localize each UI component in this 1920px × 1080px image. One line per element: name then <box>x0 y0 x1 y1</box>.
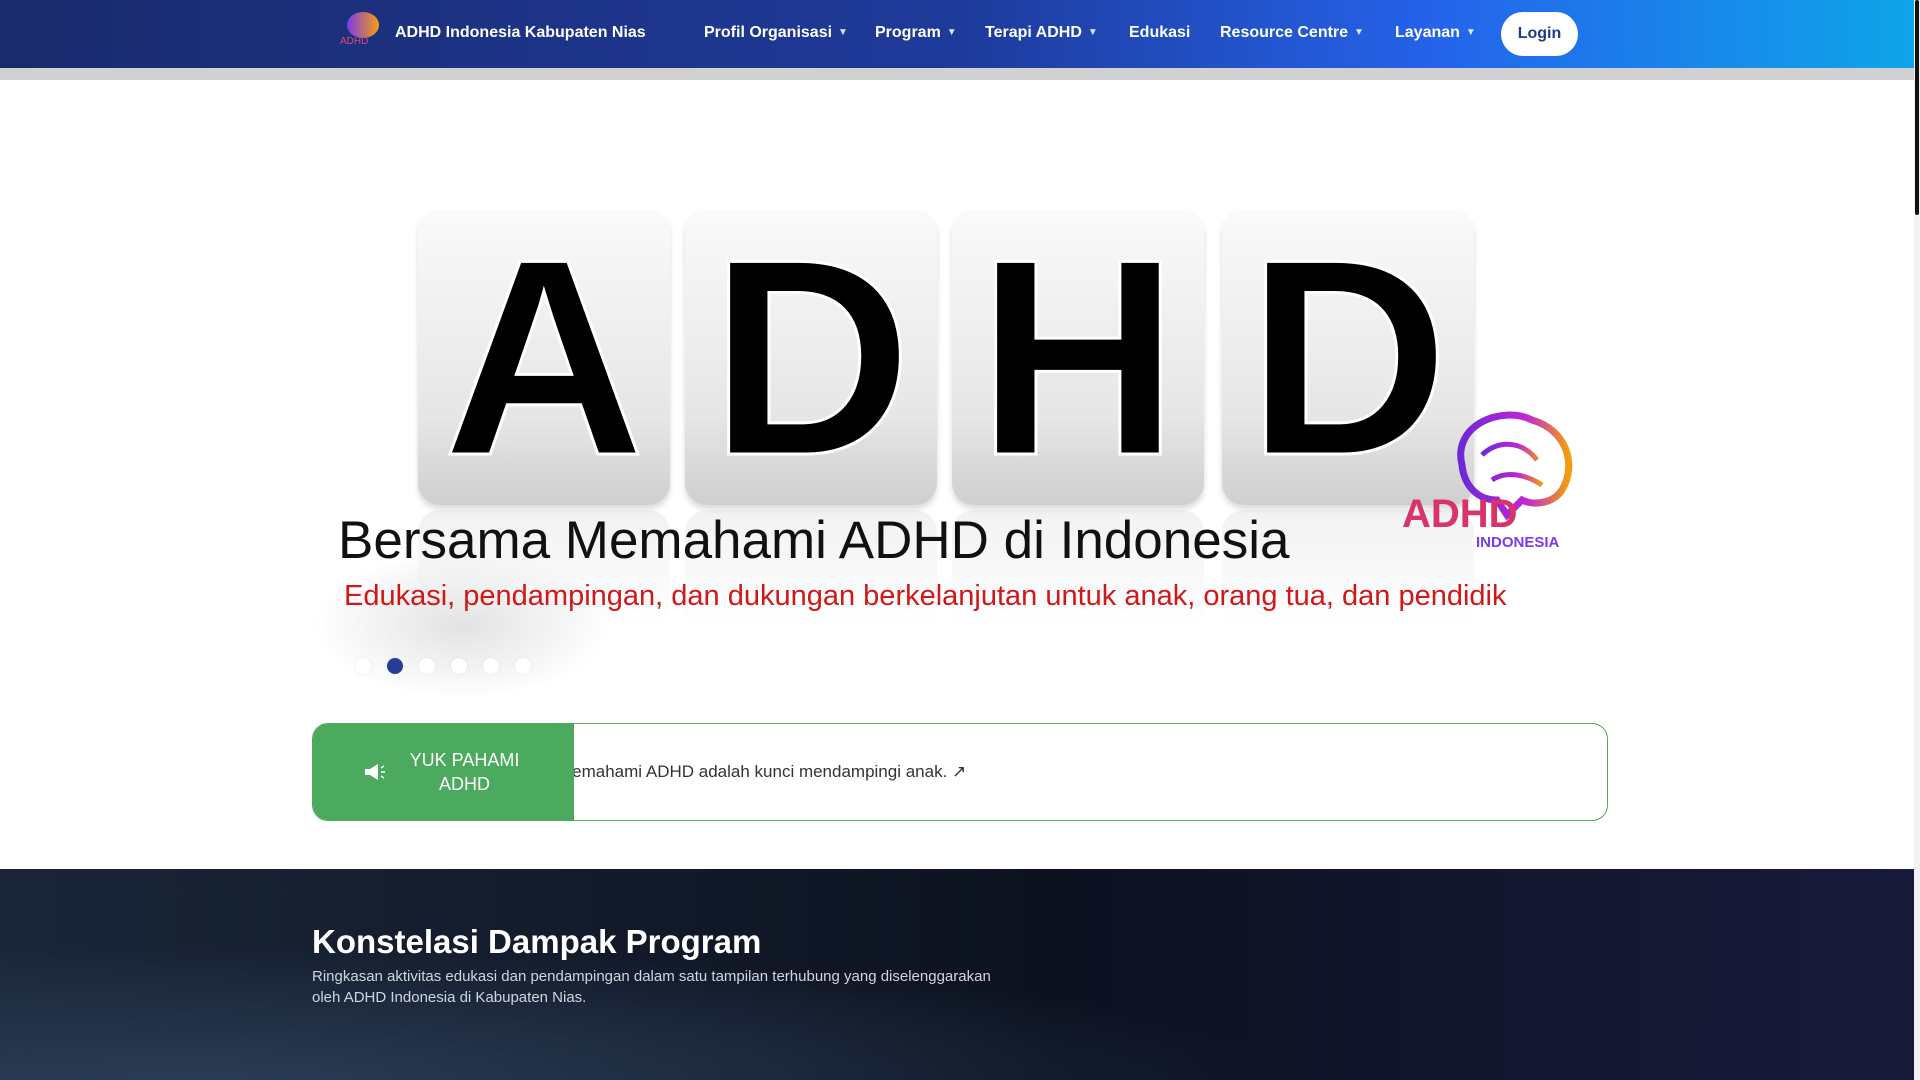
nav-label: Edukasi <box>1129 24 1191 41</box>
chevron-down-icon: ▼ <box>1087 27 1098 38</box>
chevron-down-icon: ▼ <box>1465 27 1476 38</box>
carousel-dot-active[interactable] <box>387 658 403 674</box>
nav-label: Resource Centre <box>1220 24 1349 41</box>
adhd-indonesia-brain-logo-icon: ADHD INDONESIA <box>1402 411 1573 551</box>
external-link-icon: ↗ <box>952 762 967 781</box>
header-divider <box>0 68 1914 80</box>
hero-title: Bersama Memahami ADHD di Indonesia <box>338 511 1290 570</box>
section-description: Ringkasan aktivitas edukasi dan pendampi… <box>312 968 991 1006</box>
letter-tile: A <box>418 210 670 505</box>
nav-profil-organisasi[interactable]: Profil Organisasi ▼ <box>704 24 848 42</box>
nav-label: Profil Organisasi <box>704 24 833 41</box>
carousel-dot[interactable] <box>451 658 467 674</box>
chevron-down-icon: ▼ <box>1354 27 1364 38</box>
ticker-label: YUK PAHAMI ADHD <box>313 724 574 820</box>
nav-resource-centre[interactable]: Resource Centre ▼ <box>1220 24 1364 42</box>
carousel-dot[interactable] <box>515 658 531 674</box>
letter-tile: D <box>685 210 937 505</box>
nav-label: Layanan <box>1395 24 1460 41</box>
brain-logo-icon[interactable]: ADHD <box>338 10 386 50</box>
hero-carousel[interactable]: A D H D ADHD INDONESIA Bersama Memahami … <box>312 80 1608 700</box>
ticker-label-text: YUK PAHAMI ADHD <box>409 750 520 794</box>
scrollbar-thumb[interactable] <box>1915 0 1919 215</box>
nav-label: Terapi ADHD <box>985 24 1082 41</box>
site-title[interactable]: ADHD Indonesia Kabupaten Nias <box>395 24 646 42</box>
news-ticker: Memahami ADHD adalah kunci mendampingi a… <box>312 723 1608 821</box>
chevron-down-icon: ▼ <box>838 27 848 38</box>
svg-text:ADHD: ADHD <box>1402 492 1518 536</box>
impact-section: Konstelasi Dampak Program Ringkasan akti… <box>0 869 1914 1080</box>
section-title: Konstelasi Dampak Program <box>312 923 762 960</box>
ticker-text: Memahami ADHD adalah kunci mendampingi a… <box>558 762 948 781</box>
svg-text:ADHD: ADHD <box>340 36 368 47</box>
megaphone-icon <box>364 764 385 780</box>
top-navbar: ADHD ADHD Indonesia Kabupaten Nias Profi… <box>0 0 1914 68</box>
carousel-dot[interactable] <box>419 658 435 674</box>
svg-text:INDONESIA: INDONESIA <box>1476 534 1560 551</box>
nav-layanan[interactable]: Layanan ▼ <box>1395 24 1476 42</box>
nav-label: Program <box>875 24 941 41</box>
carousel-dot[interactable] <box>355 658 371 674</box>
carousel-dots <box>355 658 531 674</box>
letter-tile: H <box>952 210 1204 505</box>
ticker-link[interactable]: Memahami ADHD adalah kunci mendampingi a… <box>558 762 966 782</box>
hero-subtitle: Edukasi, pendampingan, dan dukungan berk… <box>344 580 1507 612</box>
chevron-down-icon: ▼ <box>946 27 957 38</box>
carousel-dot[interactable] <box>483 658 499 674</box>
nav-edukasi[interactable]: Edukasi <box>1129 24 1190 42</box>
nav-terapi-adhd[interactable]: Terapi ADHD ▼ <box>985 24 1098 42</box>
login-button[interactable]: Login <box>1501 12 1578 56</box>
nav-program[interactable]: Program ▼ <box>875 24 957 42</box>
